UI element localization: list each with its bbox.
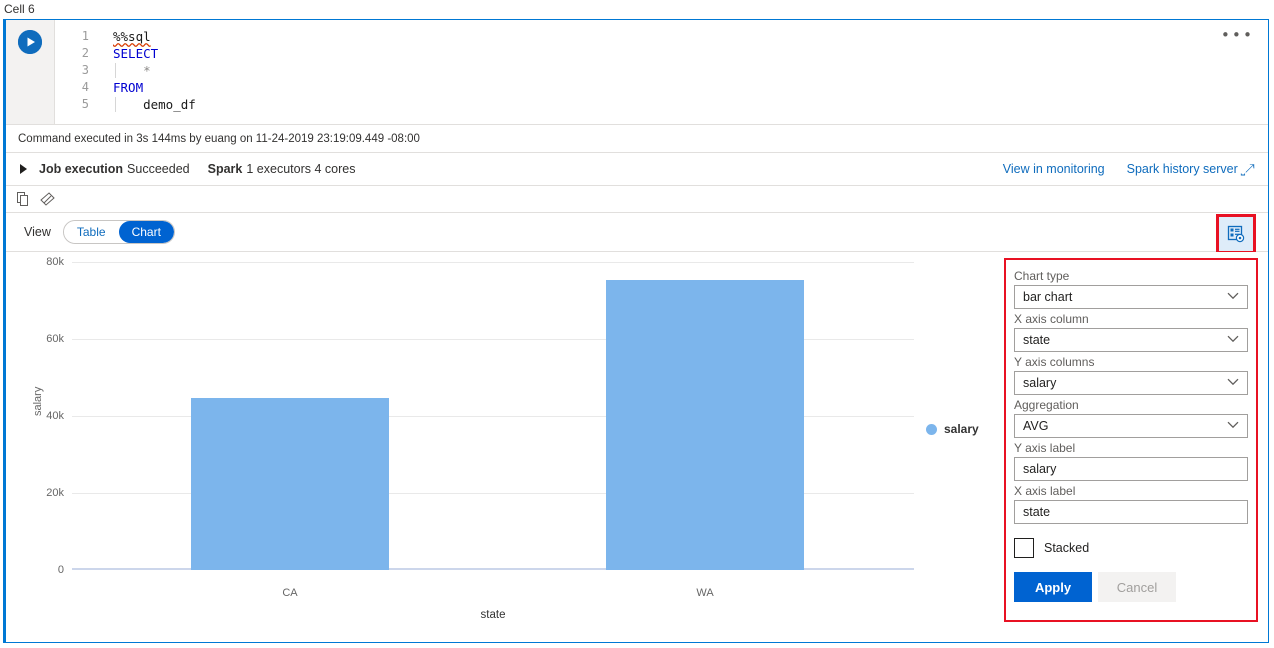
code-text: SELECT <box>103 45 158 62</box>
x-axis-column-label: X axis column <box>1014 312 1248 326</box>
run-cell-button[interactable] <box>18 30 42 54</box>
chart-settings-button[interactable] <box>1216 214 1256 254</box>
y-tick: 40k <box>46 410 64 422</box>
engine-name: Spark <box>208 162 243 176</box>
y-tick: 80k <box>46 256 64 268</box>
y-axis-columns-value: salary <box>1023 376 1056 390</box>
triangle-right-icon[interactable] <box>20 164 27 174</box>
x-tick: CA <box>282 587 297 599</box>
code-text: %%sql <box>103 28 151 45</box>
eraser-icon[interactable] <box>40 192 55 206</box>
line-number: 4 <box>55 79 103 96</box>
y-axis-label-label: Y axis label <box>1014 441 1248 455</box>
view-toggle-row: View Table Chart <box>6 213 1268 252</box>
notebook-cell: 1 %%sql 2 SELECT 3 * 4 FROM 5 <box>3 19 1269 643</box>
play-icon <box>18 30 42 54</box>
code-text: demo_df <box>103 96 196 113</box>
code-area[interactable]: 1 %%sql 2 SELECT 3 * 4 FROM 5 <box>55 20 1268 124</box>
x-axis-label-input[interactable]: state <box>1014 500 1248 524</box>
chart-type-value: bar chart <box>1023 290 1072 304</box>
chart-area: salary 80k 60k 40k 20k 0 CA WA state <box>6 252 1268 632</box>
y-tick: 0 <box>58 564 64 576</box>
chart-type-label: Chart type <box>1014 269 1248 283</box>
stacked-checkbox-row[interactable]: Stacked <box>1014 538 1248 558</box>
copy-icon[interactable] <box>16 192 30 206</box>
legend-color-dot <box>926 424 937 435</box>
job-summary: Job execution Succeeded Spark 1 executor… <box>39 162 355 176</box>
y-tick: 60k <box>46 333 64 345</box>
aggregation-value: AVG <box>1023 419 1048 433</box>
editor-gutter <box>6 20 55 124</box>
stacked-label: Stacked <box>1044 541 1089 555</box>
chevron-down-icon <box>1227 378 1239 386</box>
line-number: 3 <box>55 62 103 79</box>
job-execution-row: Job execution Succeeded Spark 1 executor… <box>6 153 1268 186</box>
y-tick: 20k <box>46 487 64 499</box>
y-axis-columns-select[interactable]: salary <box>1014 371 1248 395</box>
code-editor-row: 1 %%sql 2 SELECT 3 * 4 FROM 5 <box>6 20 1268 125</box>
aggregation-label: Aggregation <box>1014 398 1248 412</box>
execution-status-text: Command executed in 3s 144ms by euang on… <box>18 133 420 145</box>
x-axis-title: state <box>72 609 914 621</box>
chart-settings-panel: Chart type bar chart X axis column state… <box>1004 258 1258 622</box>
bar-wa[interactable] <box>606 280 804 570</box>
code-line: 4 FROM <box>55 79 1268 96</box>
external-link-icon: ⎵↗ <box>1241 164 1254 176</box>
ellipsis-icon[interactable]: ••• <box>1221 28 1254 42</box>
chart-type-select[interactable]: bar chart <box>1014 285 1248 309</box>
y-axis-ticks: 80k 60k 40k 20k 0 <box>6 262 64 570</box>
tab-chart[interactable]: Chart <box>119 221 174 243</box>
code-line: 3 * <box>55 62 1268 79</box>
x-tick: WA <box>696 587 713 599</box>
aggregation-select[interactable]: AVG <box>1014 414 1248 438</box>
plot-region: CA WA state <box>72 262 914 570</box>
x-axis-column-select[interactable]: state <box>1014 328 1248 352</box>
chevron-down-icon <box>1227 335 1239 343</box>
code-line: 2 SELECT <box>55 45 1268 62</box>
x-axis-column-value: state <box>1023 333 1050 347</box>
chart-legend[interactable]: salary <box>926 422 979 436</box>
job-state: Succeeded <box>127 162 190 176</box>
apply-button[interactable]: Apply <box>1014 572 1092 602</box>
stacked-checkbox[interactable] <box>1014 538 1034 558</box>
code-line: 1 %%sql <box>55 28 1268 45</box>
result-toolbar <box>6 186 1268 213</box>
chevron-down-icon <box>1227 292 1239 300</box>
x-axis-label-value: state <box>1023 505 1050 519</box>
y-axis-label-value: salary <box>1023 462 1056 476</box>
job-title: Job execution <box>39 162 123 176</box>
y-axis-columns-label: Y axis columns <box>1014 355 1248 369</box>
cell-label: Cell 6 <box>4 2 35 16</box>
view-toggle-group[interactable]: Table Chart <box>63 220 175 244</box>
code-text: * <box>103 62 151 79</box>
sql-chart-cell-screen: Cell 6 1 %%sql 2 SELECT <box>0 0 1274 648</box>
legend-label: salary <box>944 422 979 436</box>
code-text: FROM <box>103 79 143 96</box>
indent-guide <box>115 97 116 112</box>
engine-detail: 1 executors 4 cores <box>246 162 355 176</box>
settings-actions: Apply Cancel <box>1014 572 1248 602</box>
y-axis-label-input[interactable]: salary <box>1014 457 1248 481</box>
chart-settings-icon <box>1227 225 1245 243</box>
indent-guide <box>115 63 116 78</box>
line-number: 2 <box>55 45 103 62</box>
code-line: 5 demo_df <box>55 96 1268 113</box>
execution-status: Command executed in 3s 144ms by euang on… <box>6 125 1268 153</box>
gridline <box>72 262 914 263</box>
cancel-button[interactable]: Cancel <box>1098 572 1176 602</box>
view-label: View <box>24 225 51 239</box>
spark-history-server-link[interactable]: Spark history server⎵↗ <box>1127 162 1254 177</box>
line-number: 1 <box>55 28 103 45</box>
x-axis-label-label: X axis label <box>1014 484 1248 498</box>
view-in-monitoring-link[interactable]: View in monitoring <box>1003 162 1105 176</box>
bar-ca[interactable] <box>191 398 389 570</box>
tab-table[interactable]: Table <box>64 221 119 243</box>
chevron-down-icon <box>1227 421 1239 429</box>
line-number: 5 <box>55 96 103 113</box>
